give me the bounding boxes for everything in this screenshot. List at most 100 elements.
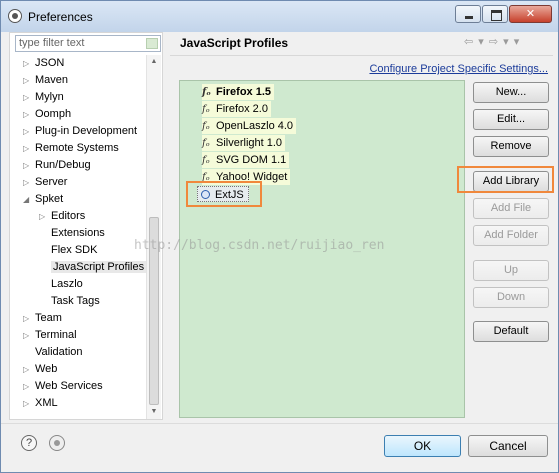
tree-item[interactable]: Flex SDK: [39, 242, 97, 259]
expand-arrow-icon[interactable]: ▷: [23, 106, 29, 123]
tree-item-label: Task Tags: [51, 295, 100, 307]
preferences-navigation: type filter text ▷ JSON ▷ Maven ▷ Mylyn ▷ Oomph…: [9, 32, 163, 420]
tree-item[interactable]: ▷ Team: [23, 310, 62, 327]
scroll-down-arrow-icon[interactable]: ▼: [147, 405, 161, 419]
tree-item[interactable]: ▷ Editors: [39, 208, 85, 225]
expand-arrow-icon[interactable]: ▷: [23, 174, 29, 191]
expand-arrow-icon[interactable]: ▷: [39, 208, 45, 225]
filter-input[interactable]: type filter text: [15, 35, 161, 52]
tree-item[interactable]: ▷ XML: [23, 395, 58, 412]
tree-item[interactable]: ▷ Mylyn: [23, 89, 64, 106]
profile-item[interactable]: fₒ Silverlight 1.0: [202, 135, 286, 151]
add-folder-button[interactable]: Add Folder: [473, 225, 549, 246]
expand-arrow-icon[interactable]: ▷: [23, 327, 29, 344]
add-file-button[interactable]: Add File: [473, 198, 549, 219]
tree-item[interactable]: JavaScript Profiles: [39, 259, 147, 276]
tree-item-label: Web Services: [35, 380, 103, 392]
profile-label: Silverlight 1.0: [216, 137, 283, 149]
eclipse-icon: [8, 9, 22, 23]
tree-scrollbar[interactable]: ▲ ▼: [146, 55, 161, 419]
close-button[interactable]: [509, 5, 552, 23]
tree-item[interactable]: ▷ Web: [23, 361, 57, 378]
up-button[interactable]: Up: [473, 260, 549, 281]
window-title: Preferences: [28, 10, 93, 24]
tree-item-label: Server: [35, 176, 68, 188]
forward-arrow-icon[interactable]: ⇨ ▾: [489, 36, 510, 48]
expand-arrow-icon[interactable]: ▷: [23, 123, 29, 140]
default-button[interactable]: Default: [473, 321, 549, 342]
tree-item-label: JSON: [35, 57, 65, 69]
ok-button[interactable]: OK: [384, 435, 461, 457]
tree-item[interactable]: ▷ Server: [23, 174, 67, 191]
profile-item[interactable]: fₒ Firefox 2.0: [202, 101, 271, 117]
down-button[interactable]: Down: [473, 287, 549, 308]
edit-button[interactable]: Edit...: [473, 109, 549, 130]
tree-item[interactable]: ◢ Spket: [23, 191, 63, 208]
tree-item[interactable]: ▷ Maven: [23, 72, 68, 89]
add-library-highlight: [457, 166, 554, 193]
minimize-button[interactable]: [455, 5, 481, 23]
tree-item[interactable]: Task Tags: [39, 293, 100, 310]
tree-item[interactable]: Validation: [23, 344, 83, 361]
tree-item[interactable]: ▷ Web Services: [23, 378, 103, 395]
fx-icon: fₒ: [202, 104, 210, 115]
library-highlight: [186, 181, 262, 207]
tree-item-label: Team: [35, 312, 62, 324]
scroll-up-arrow-icon[interactable]: ▲: [147, 55, 161, 69]
tree-item-label: Maven: [35, 74, 69, 86]
tree-item[interactable]: Laszlo: [39, 276, 83, 293]
tree-item[interactable]: ▷ Plug-in Development: [23, 123, 137, 140]
title-bar[interactable]: Preferences: [1, 1, 558, 32]
profile-item[interactable]: fₒ Firefox 1.5: [202, 84, 275, 100]
fx-icon: fₒ: [202, 87, 211, 98]
profile-label: Firefox 2.0: [216, 103, 268, 115]
profile-label: SVG DOM 1.1: [216, 154, 287, 166]
preference-tree: ▷ JSON ▷ Maven ▷ Mylyn ▷ Oomph ▷ Plug-in Developm…: [10, 55, 148, 419]
expand-arrow-icon[interactable]: ▷: [23, 89, 29, 106]
tree-item-label: Remote Systems: [35, 142, 119, 154]
cancel-button[interactable]: Cancel: [468, 435, 548, 457]
expand-arrow-icon[interactable]: ▷: [23, 55, 29, 72]
profile-label: Firefox 1.5: [216, 86, 272, 98]
profile-label: OpenLaszlo 4.0: [216, 120, 294, 132]
expand-arrow-icon[interactable]: ▷: [23, 395, 29, 412]
clear-filter-icon[interactable]: [146, 38, 158, 49]
new-button[interactable]: New...: [473, 82, 549, 103]
expand-arrow-icon[interactable]: ▷: [23, 72, 29, 89]
expand-arrow-icon[interactable]: ▷: [23, 361, 29, 378]
profile-item[interactable]: fₒ SVG DOM 1.1: [202, 152, 290, 168]
expand-arrow-icon[interactable]: ▷: [23, 378, 29, 395]
tree-item-label: Web: [35, 363, 58, 375]
tree-item[interactable]: ▷ Remote Systems: [23, 140, 119, 157]
expand-arrow-icon[interactable]: ▷: [23, 157, 29, 174]
expand-arrow-icon[interactable]: ▷: [23, 310, 29, 327]
tree-item-label: Mylyn: [35, 91, 64, 103]
tree-item-label: Run/Debug: [35, 159, 91, 171]
footer-separator: [1, 423, 558, 424]
preferences-window: Preferences type filter text ▷ JSON ▷ Maven…: [0, 0, 559, 473]
tree-item-label: Oomph: [35, 108, 72, 120]
tree-item-label: Laszlo: [51, 278, 83, 290]
tree-item-label: Extensions: [51, 227, 105, 239]
import-export-icon[interactable]: [49, 435, 65, 451]
expand-arrow-icon[interactable]: ◢: [23, 191, 29, 208]
tree-item[interactable]: ▷ Oomph: [23, 106, 71, 123]
tree-item-label: Flex SDK: [51, 244, 98, 256]
tree-item[interactable]: Extensions: [39, 225, 105, 242]
view-menu-icon[interactable]: ▾: [514, 36, 521, 48]
remove-button[interactable]: Remove: [473, 136, 549, 157]
back-arrow-icon[interactable]: ⇦ ▾: [464, 36, 485, 48]
history-navigation[interactable]: ⇦ ▾ ⇨ ▾ ▾: [464, 35, 520, 48]
maximize-button[interactable]: [482, 5, 508, 23]
expand-arrow-icon[interactable]: ▷: [23, 140, 29, 157]
configure-project-settings-link[interactable]: Configure Project Specific Settings...: [369, 63, 548, 75]
tree-item[interactable]: ▷ Run/Debug: [23, 157, 91, 174]
tree-item-label: JavaScript Profiles: [51, 261, 147, 273]
tree-item-label: Spket: [35, 193, 64, 205]
tree-item[interactable]: ▷ JSON: [23, 55, 64, 72]
profile-item[interactable]: fₒ OpenLaszlo 4.0: [202, 118, 297, 134]
tree-item[interactable]: ▷ Terminal: [23, 327, 77, 344]
page-title: JavaScript Profiles: [180, 36, 289, 50]
help-icon[interactable]: ?: [21, 435, 37, 451]
tree-item-label: XML: [35, 397, 58, 409]
